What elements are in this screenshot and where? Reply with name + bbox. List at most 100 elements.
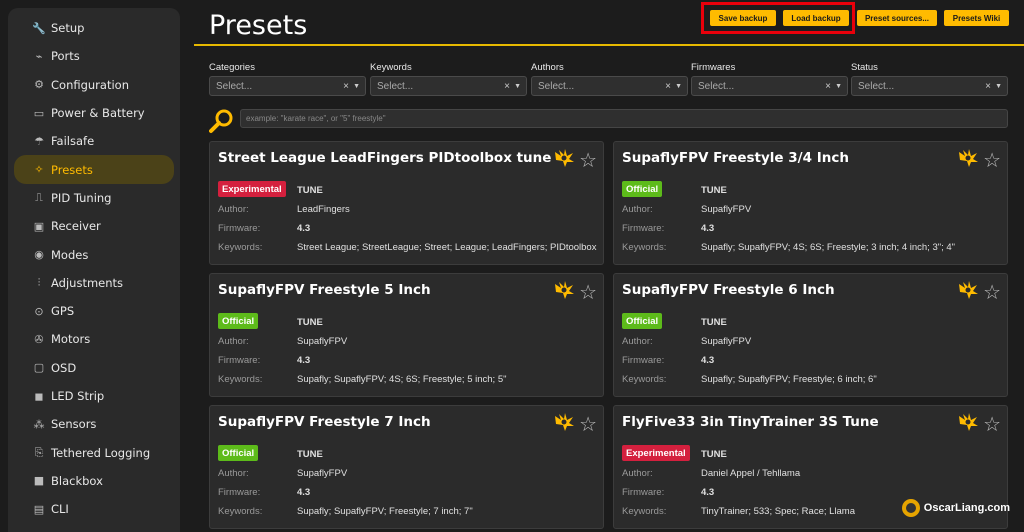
preset-title: SupaflyFPV Freestyle 6 Inch <box>622 282 835 298</box>
firmware-label: Firmware: <box>218 223 261 234</box>
preset-type: TUNE <box>701 317 727 328</box>
filter-label: Categories <box>209 62 255 73</box>
sidebar-item-gps[interactable]: ⊙ GPS <box>14 297 174 325</box>
preset-card[interactable]: SupaflyFPV Freestyle 5 Inch ☆ Official TUNE… <box>209 273 604 397</box>
filter-select-keywords[interactable]: Select... × ▼ <box>370 76 527 96</box>
sidebar-item-cli[interactable]: ▤ CLI <box>14 495 174 523</box>
clear-icon[interactable]: × <box>504 81 510 92</box>
sidebar-item-sensors[interactable]: ⁂ Sensors <box>14 410 174 438</box>
keywords-label: Keywords: <box>218 242 263 253</box>
clear-icon[interactable]: × <box>665 81 671 92</box>
sidebar-item-configuration[interactable]: ⚙ Configuration <box>14 71 174 99</box>
presets-wiki-button[interactable]: Presets Wiki <box>944 10 1009 26</box>
filter-placeholder: Select... <box>377 80 414 92</box>
firmware-value: 4.3 <box>701 223 715 234</box>
sidebar-item-label: OSD <box>51 360 77 375</box>
card-icons: ☆ <box>957 280 1001 304</box>
clear-icon[interactable]: × <box>825 81 831 92</box>
location-pin-icon: ⊙ <box>34 304 44 318</box>
author-value: SupaflyFPV <box>701 336 752 347</box>
sidebar-item-label: Configuration <box>51 77 129 92</box>
sidebar-item-receiver[interactable]: ▣ Receiver <box>14 212 174 240</box>
sidebar-item-failsafe[interactable]: ☂ Failsafe <box>14 127 174 155</box>
favorite-star-icon[interactable]: ☆ <box>983 150 1001 170</box>
sidebar-item-led-strip[interactable]: ◼ LED Strip <box>14 382 174 410</box>
firmware-value: 4.3 <box>297 223 311 234</box>
chevron-down-icon[interactable]: ▼ <box>835 83 842 90</box>
search-icon <box>209 109 233 133</box>
sidebar-item-label: Ports <box>51 49 80 64</box>
parachute-icon: ☂ <box>34 134 44 148</box>
sidebar-item-label: Blackbox <box>51 473 103 488</box>
pid-icon: ⎍ <box>35 190 43 204</box>
preset-card[interactable]: SupaflyFPV Freestyle 7 Inch ☆ Official TUNE… <box>209 405 604 529</box>
preset-type: TUNE <box>297 317 323 328</box>
led-icon: ◼ <box>34 389 44 403</box>
sidebar-item-modes[interactable]: ◉ Modes <box>14 240 174 268</box>
filter-select-categories[interactable]: Select... × ▼ <box>209 76 366 96</box>
cable-icon: ⎘ <box>34 445 44 459</box>
favorite-star-icon[interactable]: ☆ <box>579 414 597 434</box>
preset-cheer-icon <box>957 148 979 172</box>
preset-title: SupaflyFPV Freestyle 7 Inch <box>218 414 431 430</box>
gear-icon: ⚙ <box>34 78 44 92</box>
filter-keywords: Keywords Select... × ▼ <box>370 62 527 96</box>
sidebar-item-motors[interactable]: ✇ Motors <box>14 325 174 353</box>
magic-wand-icon: ✧ <box>34 163 44 177</box>
status-badge: Experimental <box>218 181 286 197</box>
sidebar-item-ports[interactable]: ⌁ Ports <box>14 42 174 70</box>
chevron-down-icon[interactable]: ▼ <box>353 83 360 90</box>
sidebar-item-label: Failsafe <box>51 134 95 149</box>
filter-select-authors[interactable]: Select... × ▼ <box>531 76 688 96</box>
sidebar-item-adjustments[interactable]: ⫶ Adjustments <box>14 269 174 297</box>
sidebar-item-label: Adjustments <box>51 275 124 290</box>
clear-icon[interactable]: × <box>985 81 991 92</box>
chevron-down-icon[interactable]: ▼ <box>514 83 521 90</box>
preset-cheer-icon <box>553 280 575 304</box>
sidebar-item-label: Setup <box>51 21 85 36</box>
terminal-icon: ▤ <box>33 502 45 516</box>
save-backup-button[interactable]: Save backup <box>710 10 776 26</box>
load-backup-button[interactable]: Load backup <box>783 10 849 26</box>
sidebar-item-tethered-logging[interactable]: ⎘ Tethered Logging <box>14 438 174 466</box>
author-label: Author: <box>622 336 653 347</box>
sidebar-item-power-battery[interactable]: ▭ Power & Battery <box>14 99 174 127</box>
firmware-value: 4.3 <box>297 487 311 498</box>
sidebar-item-blackbox[interactable]: ■ Blackbox <box>14 467 174 495</box>
sidebar-item-label: Receiver <box>51 219 101 234</box>
firmware-label: Firmware: <box>622 355 665 366</box>
favorite-star-icon[interactable]: ☆ <box>579 282 597 302</box>
author-value: SupaflyFPV <box>297 468 348 479</box>
sidebar-item-label: Tethered Logging <box>51 445 151 460</box>
preset-sources-button[interactable]: Preset sources... <box>857 10 937 26</box>
clear-icon[interactable]: × <box>343 81 349 92</box>
filter-select-status[interactable]: Select... × ▼ <box>851 76 1008 96</box>
filter-categories: Categories Select... × ▼ <box>209 62 366 96</box>
sidebar-item-label: PID Tuning <box>51 190 112 205</box>
firmware-value: 4.3 <box>297 355 311 366</box>
search-input[interactable]: example: "karate race", or "5" freestyle… <box>240 109 1008 128</box>
chevron-down-icon[interactable]: ▼ <box>675 83 682 90</box>
sidebar-item-pid-tuning[interactable]: ⎍ PID Tuning <box>14 184 174 212</box>
preset-card[interactable]: SupaflyFPV Freestyle 3/4 Inch ☆ Official TU… <box>613 141 1008 265</box>
favorite-star-icon[interactable]: ☆ <box>983 414 1001 434</box>
filter-firmwares: Firmwares Select... × ▼ <box>691 62 848 96</box>
favorite-star-icon[interactable]: ☆ <box>579 150 597 170</box>
keywords-label: Keywords: <box>622 374 667 385</box>
chevron-down-icon[interactable]: ▼ <box>995 83 1002 90</box>
author-value: LeadFingers <box>297 204 350 215</box>
preset-card[interactable]: Street League LeadFingers PIDtoolbox tun… <box>209 141 604 265</box>
keywords-value: Supafly; SupaflyFPV; 4S; 6S; Freestyle; … <box>701 242 956 253</box>
preset-cheer-icon <box>957 412 979 436</box>
filter-select-firmwares[interactable]: Select... × ▼ <box>691 76 848 96</box>
sidebar-item-presets[interactable]: ✧ Presets <box>14 155 174 184</box>
favorite-star-icon[interactable]: ☆ <box>983 282 1001 302</box>
preset-card[interactable]: SupaflyFPV Freestyle 6 Inch ☆ Official TUNE… <box>613 273 1008 397</box>
firmware-label: Firmware: <box>218 355 261 366</box>
motor-icon: ✇ <box>34 332 44 346</box>
sidebar-item-osd[interactable]: ▢ OSD <box>14 354 174 382</box>
card-icons: ☆ <box>553 412 597 436</box>
sidebar-item-setup[interactable]: 🔧 Setup <box>14 14 174 42</box>
author-label: Author: <box>218 468 249 479</box>
filter-label: Authors <box>531 62 564 73</box>
